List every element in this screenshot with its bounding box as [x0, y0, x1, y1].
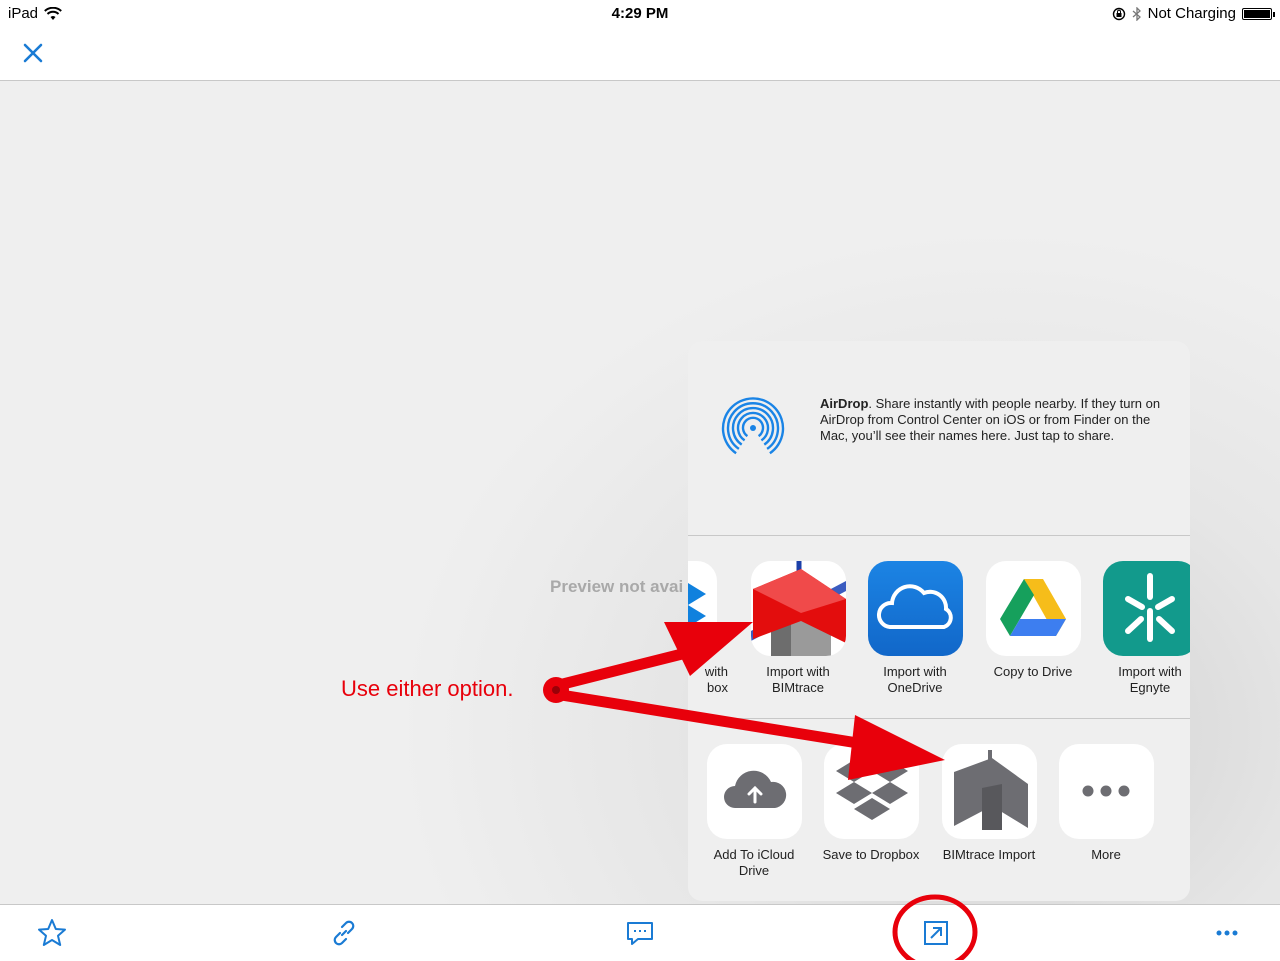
airdrop-description: AirDrop. Share instantly with people nea… — [820, 396, 1170, 444]
share-sheet: AirDrop. Share instantly with people nea… — [688, 341, 1190, 901]
airdrop-title: AirDrop — [820, 396, 869, 411]
action-label: More — [1091, 847, 1121, 862]
google-drive-icon — [985, 561, 1081, 656]
airdrop-body: . Share instantly with people nearby. If… — [820, 396, 1161, 443]
more-icon[interactable] — [1211, 917, 1243, 949]
comment-icon[interactable] — [624, 917, 656, 949]
share-app-onedrive[interactable]: Import with OneDrive — [856, 561, 974, 696]
link-icon[interactable] — [328, 917, 360, 949]
status-bar: iPad 4:29 PM Not Charging — [0, 0, 1280, 26]
action-label: BIMtrace Import — [942, 847, 1036, 862]
action-add-to-icloud[interactable]: Add To iCloud Drive — [695, 744, 813, 879]
share-app-bimtrace[interactable]: Import with BIMtrace — [739, 561, 857, 696]
charging-status: Not Charging — [1147, 5, 1236, 22]
share-app-google-drive[interactable]: Copy to Drive — [974, 561, 1092, 680]
share-icon[interactable] — [920, 917, 952, 949]
airdrop-section[interactable]: AirDrop. Share instantly with people nea… — [688, 341, 1190, 536]
airdrop-icon — [721, 397, 785, 465]
share-apps-row: with box Import with BIMtrace Import wit… — [688, 536, 1190, 719]
share-app-egnyte[interactable]: Import with Egnyte — [1091, 561, 1190, 696]
app-label: Import with OneDrive — [883, 664, 947, 695]
close-icon[interactable] — [20, 40, 46, 66]
action-label: Add To iCloud Drive — [713, 847, 795, 878]
bluetooth-icon — [1132, 6, 1141, 21]
app-label: Import with BIMtrace — [766, 664, 830, 695]
icloud-upload-icon — [706, 744, 802, 839]
star-icon[interactable] — [36, 917, 68, 949]
more-icon — [1058, 744, 1154, 839]
app-label: Copy to Drive — [993, 664, 1073, 679]
preview-unavailable-text: Preview not avai — [550, 577, 684, 596]
dropbox-icon — [823, 744, 919, 839]
annotation-label: Use either option. — [341, 676, 514, 701]
action-bimtrace-import[interactable]: BIMtrace Import — [930, 744, 1048, 863]
action-label: Save to Dropbox — [822, 847, 920, 862]
dropbox-icon — [688, 561, 717, 656]
app-label: Import with Egnyte — [1118, 664, 1182, 695]
egnyte-icon — [1102, 561, 1190, 656]
bottom-toolbar — [0, 904, 1280, 961]
action-save-to-dropbox[interactable]: Save to Dropbox — [812, 744, 930, 863]
onedrive-icon — [867, 561, 963, 656]
status-right: Not Charging — [1112, 5, 1275, 22]
battery-icon — [1242, 7, 1275, 20]
share-actions-row: Add To iCloud Drive Save to Dropbox BIMt… — [688, 719, 1190, 901]
bimtrace-import-icon — [941, 744, 1037, 839]
action-more[interactable]: More — [1047, 744, 1165, 863]
orientation-lock-icon — [1112, 7, 1125, 20]
nav-bar — [0, 26, 1280, 81]
share-app-dropbox[interactable]: with box — [688, 561, 728, 696]
app-label: with box — [704, 664, 728, 695]
status-time: 4:29 PM — [611, 5, 669, 22]
bimtrace-icon — [750, 561, 846, 656]
